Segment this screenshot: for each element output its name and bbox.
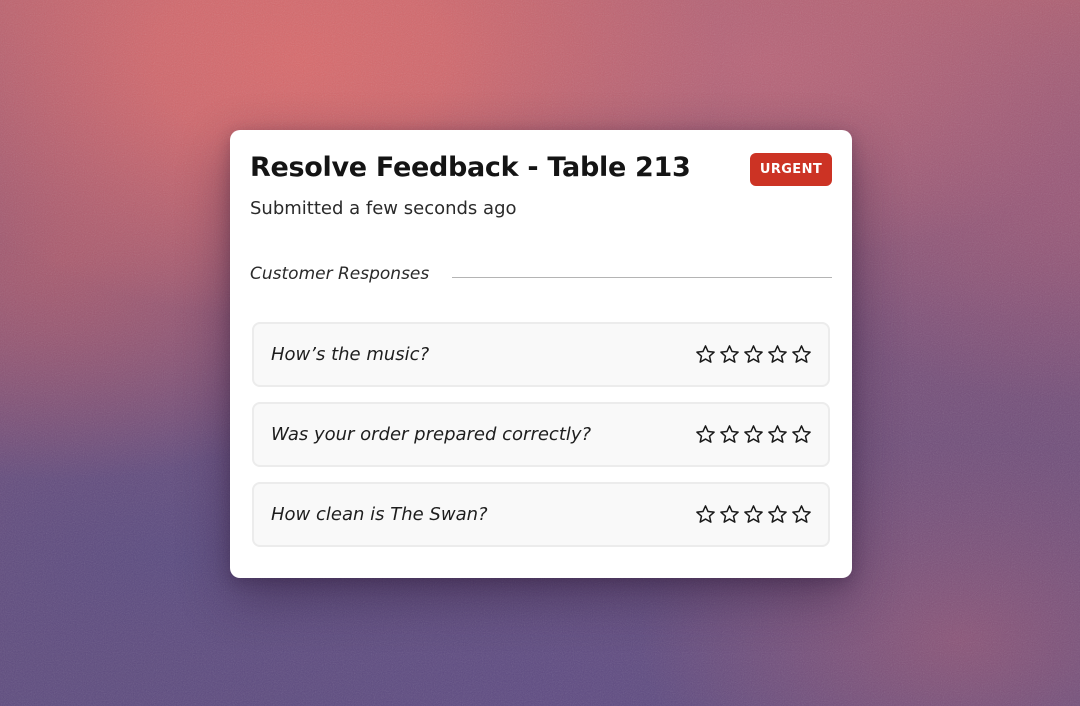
question-row-music: How’s the music?	[252, 322, 830, 387]
star-outline-icon[interactable]	[695, 504, 716, 525]
section-divider	[452, 277, 832, 278]
star-outline-icon[interactable]	[767, 504, 788, 525]
question-row-cleanliness: How clean is The Swan?	[252, 482, 830, 547]
star-outline-icon[interactable]	[791, 344, 812, 365]
star-outline-icon[interactable]	[743, 344, 764, 365]
star-outline-icon[interactable]	[767, 344, 788, 365]
feedback-card: Resolve Feedback - Table 213 URGENT Subm…	[230, 130, 852, 578]
star-outline-icon[interactable]	[767, 424, 788, 445]
star-outline-icon[interactable]	[743, 424, 764, 445]
section-label: Customer Responses	[250, 264, 430, 284]
star-outline-icon[interactable]	[695, 344, 716, 365]
star-outline-icon[interactable]	[719, 344, 740, 365]
star-outline-icon[interactable]	[719, 504, 740, 525]
question-text: How clean is The Swan?	[271, 504, 488, 525]
submitted-timestamp: Submitted a few seconds ago	[250, 198, 517, 219]
star-outline-icon[interactable]	[791, 424, 812, 445]
card-title: Resolve Feedback - Table 213	[250, 152, 691, 183]
star-rating	[695, 344, 812, 365]
question-row-order: Was your order prepared correctly?	[252, 402, 830, 467]
question-text: Was your order prepared correctly?	[271, 424, 592, 445]
question-text: How’s the music?	[271, 344, 430, 365]
star-outline-icon[interactable]	[791, 504, 812, 525]
star-outline-icon[interactable]	[719, 424, 740, 445]
urgent-badge: URGENT	[750, 153, 832, 186]
star-outline-icon[interactable]	[695, 424, 716, 445]
star-rating	[695, 504, 812, 525]
star-rating	[695, 424, 812, 445]
star-outline-icon[interactable]	[743, 504, 764, 525]
